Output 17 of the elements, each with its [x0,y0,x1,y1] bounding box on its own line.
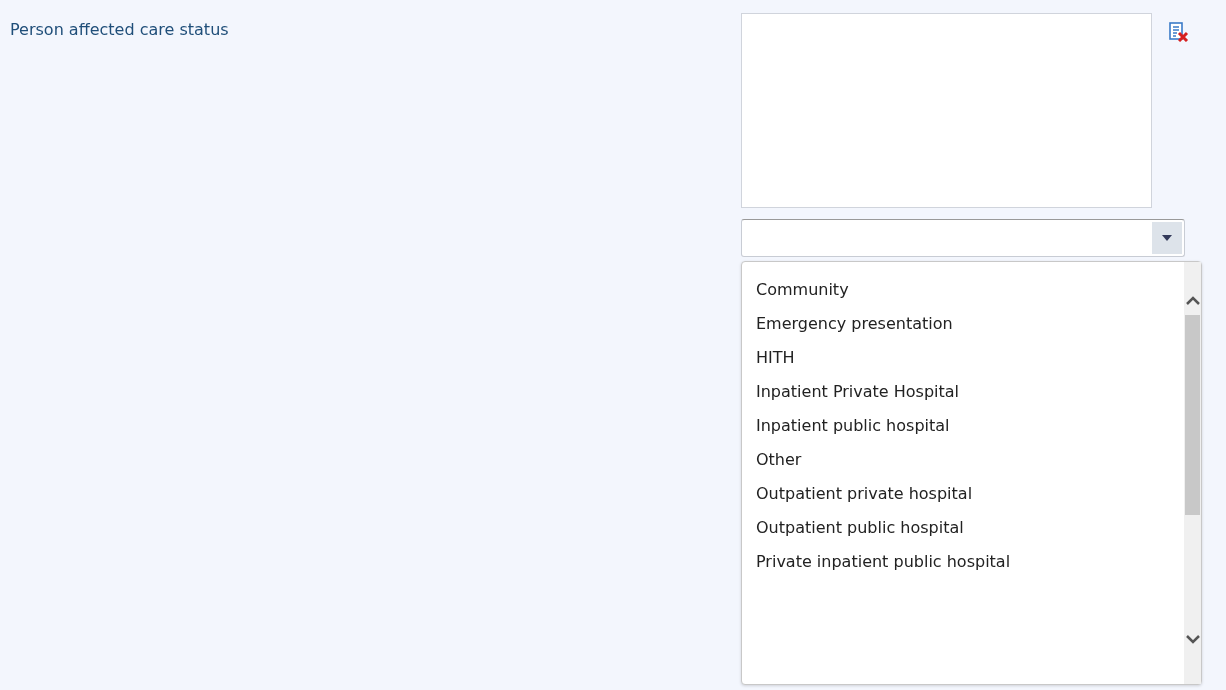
clear-list-icon[interactable] [1169,22,1189,42]
dropdown-option[interactable]: Outpatient public hospital [742,511,1184,545]
scroll-up-icon[interactable] [1185,296,1200,305]
caret-icon [1162,235,1172,241]
dropdown-option[interactable]: HITH [742,341,1184,375]
dropdown-option[interactable]: Emergency presentation [742,307,1184,341]
dropdown-option[interactable]: Private inpatient public hospital [742,545,1184,579]
dropdown-option[interactable]: Inpatient public hospital [742,409,1184,443]
field-label: Person affected care status [10,20,229,39]
scrollbar[interactable] [1184,262,1201,684]
dropdown-option[interactable]: Community [742,273,1184,307]
scroll-down-icon[interactable] [1185,635,1200,644]
dropdown-option[interactable]: Outpatient private hospital [742,477,1184,511]
dropdown-option[interactable]: Inpatient Private Hospital [742,375,1184,409]
dropdown-option[interactable]: Other [742,443,1184,477]
scrollbar-thumb[interactable] [1185,315,1200,515]
select-field[interactable] [741,219,1185,257]
